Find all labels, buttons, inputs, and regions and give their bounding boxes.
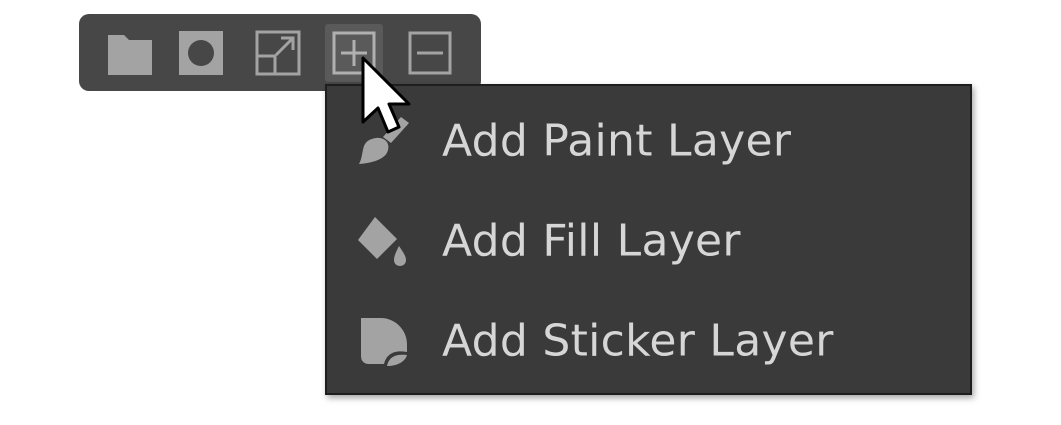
mask-button[interactable]	[172, 24, 230, 82]
menu-item-label: Add Sticker Layer	[442, 315, 834, 367]
resize-button[interactable]	[249, 24, 307, 82]
resize-icon	[255, 30, 301, 76]
menu-item-add-paint-layer[interactable]: Add Paint Layer	[327, 96, 970, 186]
sticker-icon	[355, 312, 413, 370]
menu-item-add-sticker-layer[interactable]: Add Sticker Layer	[327, 296, 970, 386]
layer-toolbar	[79, 14, 481, 91]
menu-item-label: Add Paint Layer	[442, 115, 792, 167]
folder-button[interactable]	[101, 24, 159, 82]
paint-bucket-icon	[355, 212, 413, 270]
circle-mask-icon	[179, 31, 223, 75]
mouse-cursor-icon	[361, 56, 411, 134]
menu-item-add-fill-layer[interactable]: Add Fill Layer	[327, 196, 970, 286]
add-layer-menu: Add Paint Layer Add Fill Layer Add Stick…	[325, 84, 972, 395]
folder-icon	[108, 35, 152, 75]
menu-item-label: Add Fill Layer	[442, 215, 741, 267]
